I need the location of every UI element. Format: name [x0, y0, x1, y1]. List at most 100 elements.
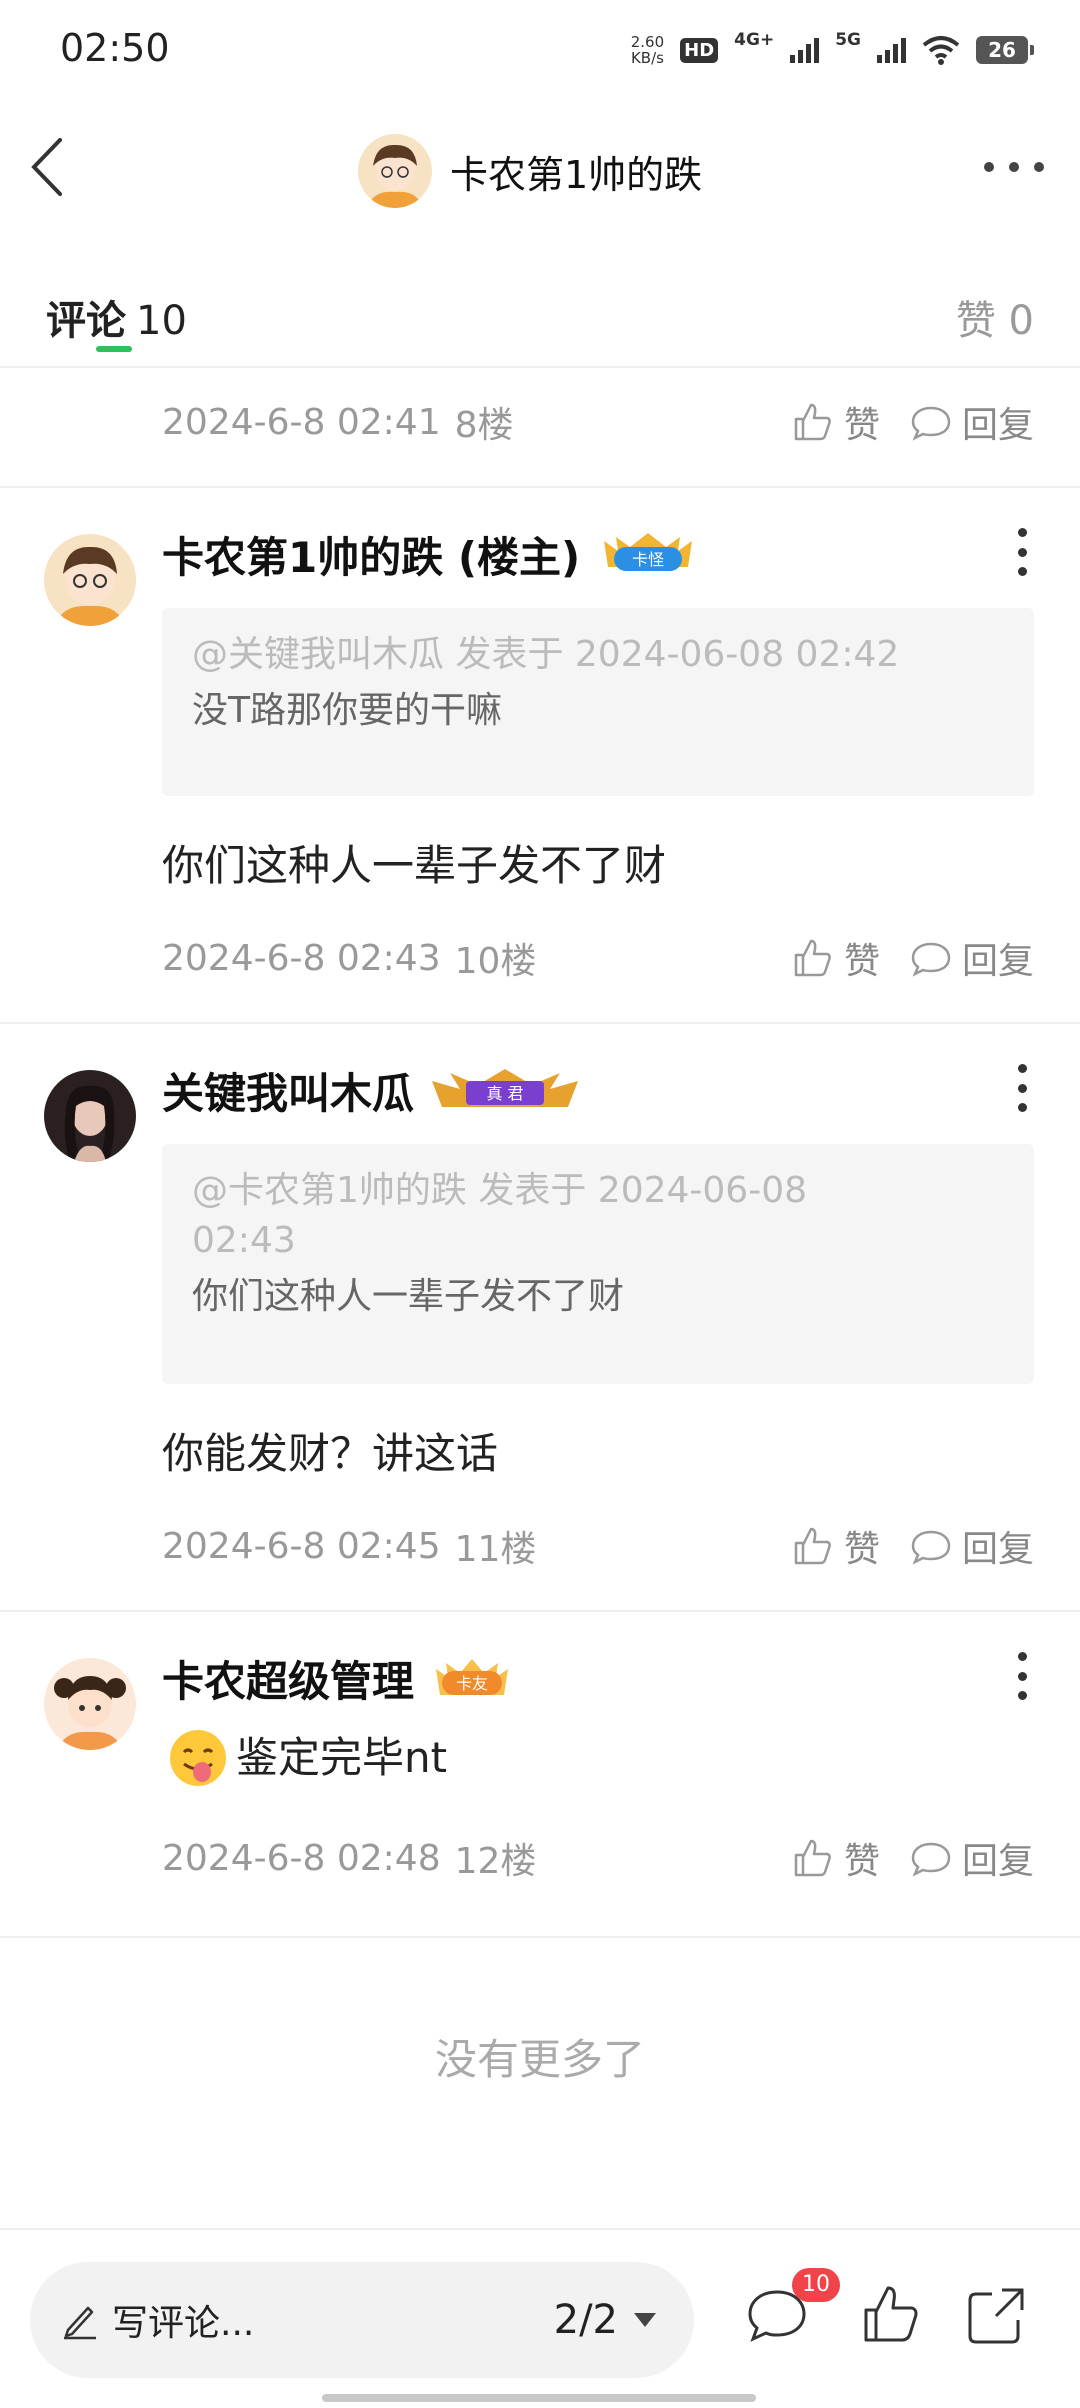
comment-floor: 8楼 — [454, 405, 514, 446]
page-indicator[interactable]: 2/2 — [554, 2297, 618, 2343]
network-speed-value: 2.60 — [630, 33, 665, 51]
reply-button[interactable]: 回复 — [910, 932, 1034, 984]
page-title: 卡农第1帅的跌 — [450, 152, 703, 197]
bottom-bar: 写评论... 2/2 10 — [0, 2228, 1080, 2408]
comment-date: 2024-6-8 02:41 — [162, 401, 441, 443]
reply-button[interactable]: 回复 — [910, 1520, 1034, 1572]
wifi-icon — [922, 36, 960, 65]
tab-comments-count: 10 — [136, 298, 187, 344]
comment-bubble-icon — [911, 942, 951, 977]
comment-more-icon[interactable] — [1016, 1064, 1028, 1112]
header: 卡农第1帅的跌 — [0, 96, 1080, 246]
comment-item: 卡农超级管理 卡友 鉴定完毕nt 2024-6-8 02:48 12楼 赞 回复 — [0, 1612, 1080, 1936]
like-label: 赞 — [843, 1529, 880, 1570]
comment-header: 卡农第1帅的跌 (楼主) 卡怪 — [162, 524, 700, 584]
username[interactable]: 卡农超级管理 — [162, 1648, 414, 1709]
comment-header: 卡农超级管理 卡友 — [162, 1648, 514, 1708]
tab-likes-label: 赞 — [955, 298, 996, 344]
comment-floor: 10楼 — [454, 941, 537, 982]
comment-floor: 12楼 — [454, 1841, 537, 1882]
dropdown-arrow-icon[interactable] — [632, 2311, 658, 2329]
thumbs-up-icon — [794, 939, 831, 977]
write-comment-placeholder: 写评论... — [112, 2303, 255, 2344]
avatar[interactable] — [44, 534, 136, 626]
more-icon[interactable] — [984, 152, 1044, 182]
comment-bubble-icon — [911, 406, 951, 441]
like-button[interactable]: 赞 — [792, 1520, 880, 1572]
tongue-emoji-icon — [170, 1730, 226, 1786]
header-title[interactable]: 卡农第1帅的跌 — [358, 132, 702, 210]
thumbs-up-icon — [794, 1839, 831, 1877]
comment-count-badge: 10 — [792, 2268, 840, 2302]
quote-header: @卡农第1帅的跌 发表于 2024-06-08 — [192, 1170, 808, 1211]
quote-text: 你们这种人一辈子发不了财 — [192, 1276, 625, 1317]
reply-label: 回复 — [961, 941, 1034, 982]
quote-text: 没T路那你要的干嘛 — [192, 690, 502, 731]
comment-more-icon[interactable] — [1016, 528, 1028, 576]
username[interactable]: 卡农第1帅的跌 (楼主) — [162, 524, 580, 585]
comment-meta: 2024-6-8 02:48 12楼 赞 回复 — [162, 1828, 1034, 1888]
badge-text: 真 君 — [486, 1084, 523, 1103]
back-icon[interactable] — [22, 132, 82, 202]
avatar[interactable] — [44, 1658, 136, 1750]
username[interactable]: 关键我叫木瓜 — [162, 1060, 414, 1121]
comment-text: 鉴定完毕nt — [236, 1733, 448, 1782]
quoted-reply: @卡农第1帅的跌 发表于 2024-06-08 02:43 你们这种人一辈子发不… — [162, 1144, 1034, 1384]
network-speed: 2.60 KB/s — [631, 34, 664, 66]
share-icon[interactable] — [962, 2280, 1032, 2350]
tab-bar: 评论 10 赞 0 — [0, 246, 1080, 368]
tab-likes-count: 0 — [1008, 298, 1034, 344]
avatar — [358, 134, 432, 208]
level-badge-icon: 真 君 — [432, 1069, 579, 1107]
tab-comments[interactable]: 评论 10 — [46, 288, 187, 346]
avatar[interactable] — [44, 1070, 136, 1162]
comment-meta: 2024-6-8 02:43 10楼 赞 回复 — [162, 928, 1034, 988]
quote-header: @关键我叫木瓜 发表于 2024-06-08 02:42 — [192, 634, 900, 675]
level-badge-icon: 卡友 — [436, 1659, 509, 1695]
battery-icon: 26 — [976, 36, 1034, 64]
comment-body: 你能发财？讲这话 — [162, 1429, 499, 1478]
comment-date: 2024-6-8 02:45 — [162, 1525, 441, 1567]
comment-meta: 2024-6-8 02:41 8楼 赞 回复 — [162, 392, 1034, 452]
network-5g-label: 5G — [835, 30, 861, 50]
comment-body: 你们这种人一辈子发不了财 — [162, 841, 667, 890]
tab-active-indicator — [96, 346, 132, 352]
comment-body: 鉴定完毕nt — [166, 1726, 447, 1790]
reply-button[interactable]: 回复 — [910, 396, 1034, 448]
level-badge-icon: 卡怪 — [604, 533, 693, 571]
comment-item: 卡农第1帅的跌 (楼主) 卡怪 @关键我叫木瓜 发表于 2024-06-08 0… — [0, 488, 1080, 1022]
like-button[interactable]: 赞 — [792, 396, 880, 448]
hd-icon: HD — [680, 37, 719, 63]
quote-header-line2: 02:43 — [192, 1220, 296, 1261]
reply-label: 回复 — [961, 1529, 1034, 1570]
tab-likes[interactable]: 赞 0 — [956, 288, 1034, 346]
badge-text: 卡友 — [456, 1674, 488, 1693]
end-of-list-text: 没有更多了 — [434, 2035, 645, 2084]
like-label: 赞 — [843, 405, 880, 446]
like-button[interactable]: 赞 — [792, 1832, 880, 1884]
tab-comments-label: 评论 — [46, 298, 126, 344]
network-4g-label: 4G+ — [734, 30, 775, 50]
write-comment-input[interactable]: 写评论... 2/2 — [30, 2262, 694, 2378]
status-bar: 02:50 2.60 KB/s HD 4G+ 5G 26 — [0, 0, 1080, 96]
thumbs-up-icon — [794, 403, 831, 441]
thumbs-up-icon[interactable] — [856, 2280, 926, 2350]
comment-item: 关键我叫木瓜 真 君 @卡农第1帅的跌 发表于 2024-06-08 02:43… — [0, 1024, 1080, 1610]
badge-text: 卡怪 — [632, 550, 664, 569]
like-button[interactable]: 赞 — [792, 932, 880, 984]
comment-meta: 2024-6-8 02:45 11楼 赞 回复 — [162, 1516, 1034, 1576]
status-time: 02:50 — [60, 26, 170, 70]
comment-bubble-icon — [911, 1530, 951, 1565]
comment-header: 关键我叫木瓜 真 君 — [162, 1060, 580, 1120]
comment-more-icon[interactable] — [1016, 1652, 1028, 1700]
comment-date: 2024-6-8 02:48 — [162, 1837, 441, 1879]
network-speed-unit: KB/s — [630, 49, 664, 67]
comment-floor: 11楼 — [454, 1529, 537, 1570]
divider — [0, 1936, 1080, 1938]
quoted-reply: @关键我叫木瓜 发表于 2024-06-08 02:42 没T路那你要的干嘛 — [162, 608, 1034, 796]
comment-bubble-icon — [911, 1842, 951, 1877]
like-label: 赞 — [843, 941, 880, 982]
reply-button[interactable]: 回复 — [910, 1832, 1034, 1884]
like-label: 赞 — [843, 1841, 880, 1882]
home-indicator[interactable] — [322, 2394, 756, 2402]
